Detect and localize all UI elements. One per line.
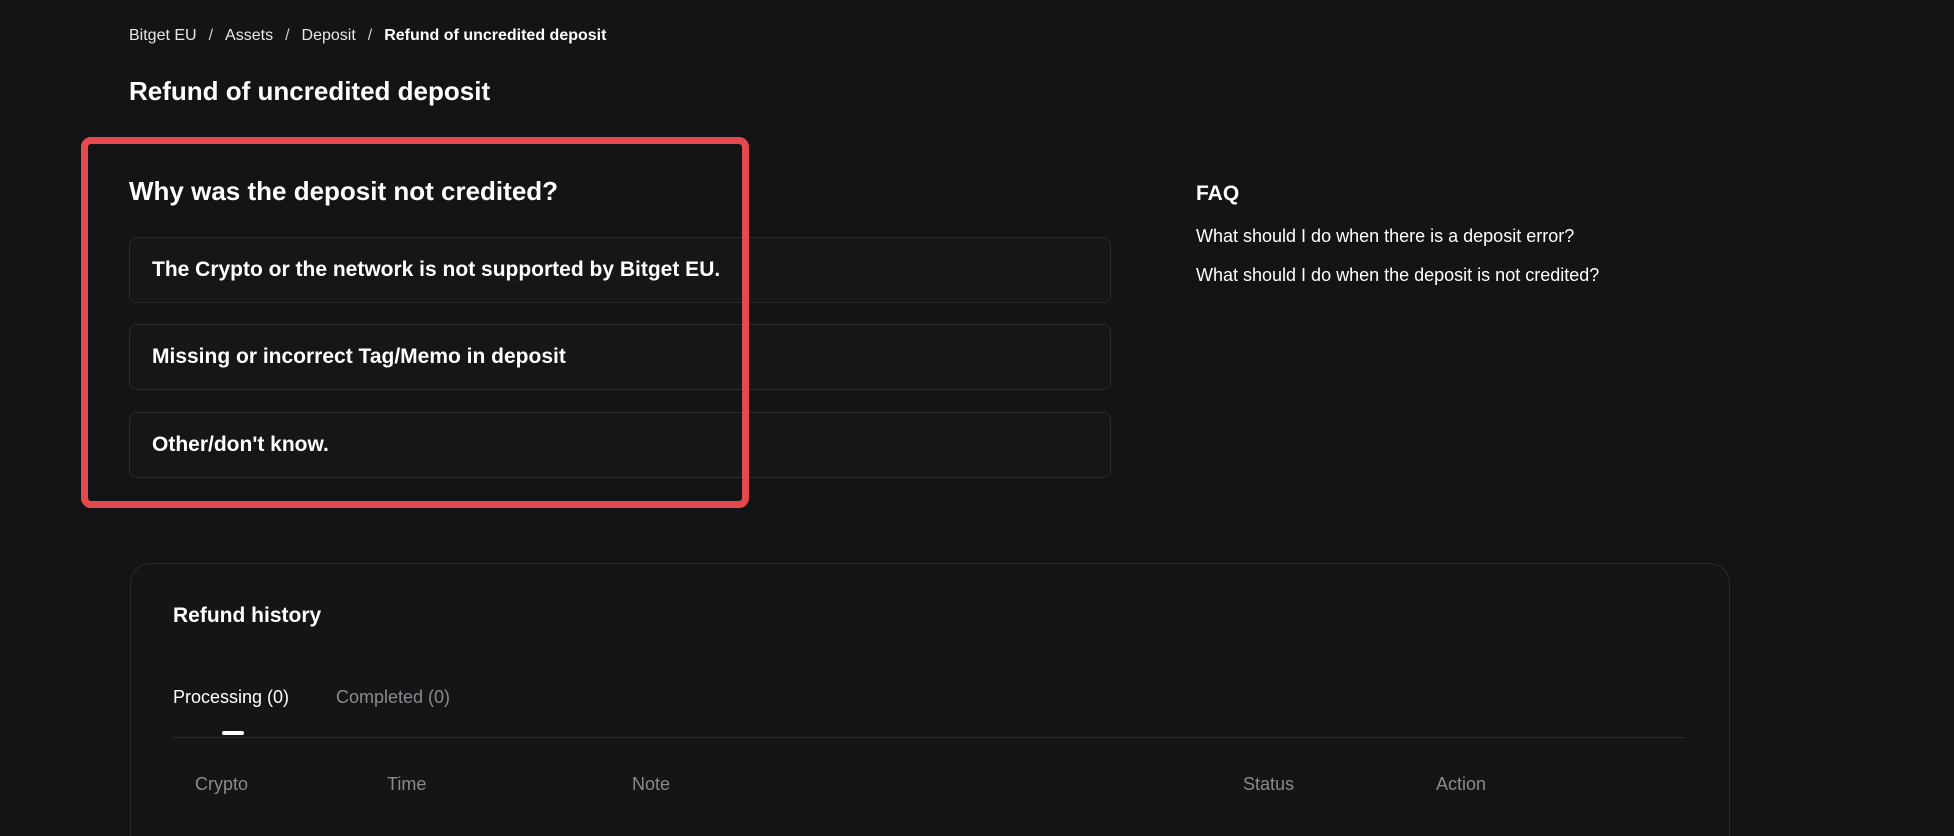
refund-history-tabs: Processing (0) Completed (0) [173, 687, 1685, 738]
reason-option-label: Missing or incorrect Tag/Memo in deposit [152, 345, 566, 368]
reason-option-label: The Crypto or the network is not support… [152, 258, 721, 281]
column-header-action: Action [1436, 774, 1487, 794]
tab-completed[interactable]: Completed (0) [336, 687, 450, 708]
reason-option-other[interactable]: Other/don't know. [129, 412, 1111, 478]
breadcrumb-separator: / [367, 27, 373, 44]
refund-history-card: Refund history Processing (0) Completed … [130, 563, 1730, 836]
breadcrumb: Bitget EU / Assets / Deposit / Refund of… [129, 27, 606, 45]
faq-link-not-credited[interactable]: What should I do when the deposit is not… [1196, 265, 1599, 286]
reasons-title: Why was the deposit not credited? [129, 176, 559, 206]
column-header-note: Note [632, 774, 671, 794]
faq-link-deposit-error[interactable]: What should I do when there is a deposit… [1196, 226, 1599, 247]
breadcrumb-item-assets[interactable]: Assets [225, 27, 273, 45]
breadcrumb-item-bitget-eu[interactable]: Bitget EU [129, 27, 197, 45]
faq-panel: FAQ What should I do when there is a dep… [1196, 182, 1599, 304]
breadcrumb-separator: / [208, 27, 214, 44]
breadcrumb-current: Refund of uncredited deposit [384, 27, 607, 44]
column-header-crypto: Crypto [195, 774, 249, 794]
breadcrumb-item-deposit[interactable]: Deposit [302, 27, 356, 45]
faq-title: FAQ [1196, 182, 1240, 205]
page: Bitget EU / Assets / Deposit / Refund of… [0, 0, 1954, 836]
tab-processing[interactable]: Processing (0) [173, 687, 289, 708]
reason-option-unsupported[interactable]: The Crypto or the network is not support… [129, 237, 1111, 303]
page-title: Refund of uncredited deposit [129, 76, 491, 106]
refund-history-title: Refund history [173, 604, 322, 627]
column-header-time: Time [387, 774, 427, 794]
column-header-status: Status [1243, 774, 1295, 794]
reason-option-tag-memo[interactable]: Missing or incorrect Tag/Memo in deposit [129, 324, 1111, 390]
reason-option-label: Other/don't know. [152, 433, 329, 456]
breadcrumb-separator: / [285, 27, 290, 44]
active-tab-indicator [222, 731, 244, 735]
